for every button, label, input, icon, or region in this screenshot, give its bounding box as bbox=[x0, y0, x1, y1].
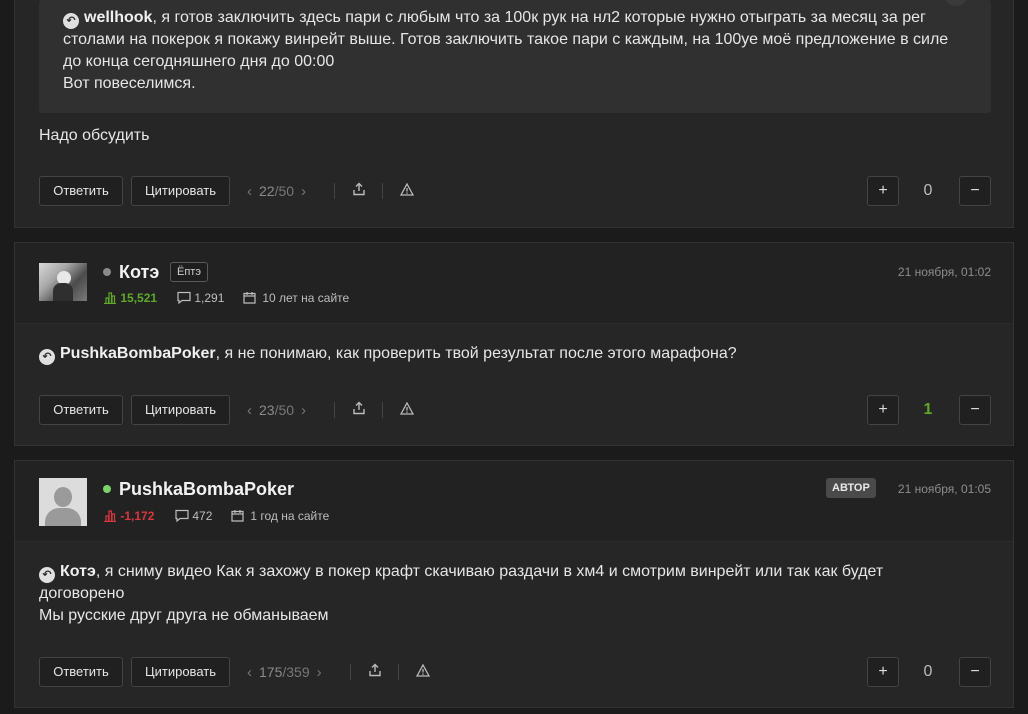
minus-icon[interactable]: − bbox=[959, 657, 991, 687]
divider bbox=[334, 402, 335, 418]
posts-stat: 1,291 bbox=[177, 291, 224, 305]
page-current: 175 bbox=[259, 664, 283, 680]
page-total: /50 bbox=[274, 183, 295, 199]
quote-author[interactable]: wellhook bbox=[84, 9, 152, 26]
avatar[interactable] bbox=[39, 478, 87, 526]
plus-icon[interactable]: + bbox=[867, 395, 899, 425]
post-text-line-1: , я сниму видео Как я захожу в покер кра… bbox=[95, 563, 884, 580]
username[interactable]: PushkaBombaPoker bbox=[119, 479, 294, 500]
warning-icon[interactable] bbox=[397, 176, 417, 206]
status-dot-online bbox=[103, 485, 111, 493]
post-text-line-2: договорено bbox=[39, 585, 125, 602]
quote-line-2: столами на покерок я покажу винрейт выше… bbox=[63, 31, 949, 48]
divider bbox=[334, 183, 335, 199]
page-total: /359 bbox=[282, 664, 310, 680]
post-card: PushkaBombaPoker АВТОР 21 ноября, 01:05 … bbox=[14, 460, 1014, 708]
post-date: 21 ноября, 01:02 bbox=[897, 265, 991, 279]
rating-stat: -1,172 bbox=[103, 509, 154, 523]
reply-icon: ↶ bbox=[63, 13, 79, 29]
author-badge: АВТОР bbox=[826, 478, 876, 498]
divider bbox=[398, 664, 399, 680]
warning-icon[interactable] bbox=[413, 657, 433, 687]
calendar-icon bbox=[231, 510, 244, 522]
minus-icon[interactable]: − bbox=[959, 176, 991, 206]
quote-line-4: Вот повеселимся. bbox=[63, 75, 196, 92]
rating-stat: 15,521 bbox=[103, 291, 157, 305]
post-pager: ‹ 175/359 › bbox=[240, 657, 329, 688]
username[interactable]: Котэ bbox=[119, 262, 159, 283]
chevron-right-icon[interactable]: › bbox=[294, 402, 313, 419]
post-pager: ‹ 22/50 › bbox=[240, 176, 313, 207]
calendar-icon bbox=[243, 292, 256, 304]
post-header: Котэ Ёптэ 21 ноября, 01:02 15,521 1,291 … bbox=[15, 243, 1013, 324]
plus-icon[interactable]: + bbox=[867, 176, 899, 206]
rating-value: 15,521 bbox=[120, 291, 158, 305]
post-card: ↶ wellhook, я готов заключить здесь пари … bbox=[14, 0, 1014, 228]
chevron-right-icon[interactable]: › bbox=[310, 664, 329, 681]
collapse-quote-button[interactable] bbox=[945, 0, 967, 6]
reply-icon: ↶ bbox=[39, 567, 55, 583]
reply-to-author[interactable]: Котэ bbox=[60, 563, 96, 580]
share-icon[interactable] bbox=[365, 657, 385, 687]
tenure-value: 1 год на сайте bbox=[250, 509, 330, 523]
status-dot-offline bbox=[103, 268, 111, 276]
user-tag-badge: Ёптэ bbox=[170, 262, 208, 282]
reply-to-author[interactable]: PushkaBombaPoker bbox=[60, 345, 216, 362]
divider bbox=[382, 183, 383, 199]
post-text-content: , я не понимаю, как проверить твой резул… bbox=[215, 345, 737, 362]
quote-line-1: , я готов заключить здесь пари с любым ч… bbox=[152, 9, 926, 26]
quote-line-3: до конца сегодняшнего дня до 00:00 bbox=[63, 53, 335, 70]
post-text-line-3: Мы русские друг друга не обманываем bbox=[39, 607, 329, 624]
post-pager: ‹ 23/50 › bbox=[240, 395, 313, 426]
warning-icon[interactable] bbox=[397, 395, 417, 425]
quote-button[interactable]: Цитировать bbox=[131, 176, 230, 206]
reply-button[interactable]: Ответить bbox=[39, 657, 123, 687]
share-icon[interactable] bbox=[349, 395, 369, 425]
post-text: ↶ PushkaBombaPoker, я не понимаю, как про… bbox=[39, 343, 737, 365]
posts-count: 1,291 bbox=[194, 291, 225, 305]
quote-button[interactable]: Цитировать bbox=[131, 657, 230, 687]
post-score: 0 bbox=[923, 663, 933, 680]
chevron-left-icon[interactable]: ‹ bbox=[240, 183, 259, 200]
post-score: 0 bbox=[923, 182, 933, 199]
post-card: Котэ Ёптэ 21 ноября, 01:02 15,521 1,291 … bbox=[14, 242, 1014, 446]
avatar[interactable] bbox=[39, 263, 87, 301]
rating-value: -1,172 bbox=[120, 509, 155, 523]
reply-button[interactable]: Ответить bbox=[39, 395, 123, 425]
rating-icon bbox=[104, 510, 116, 523]
tenure-stat: 10 лет на сайте bbox=[243, 291, 349, 305]
reply-button[interactable]: Ответить bbox=[39, 176, 123, 206]
post-header: PushkaBombaPoker АВТОР 21 ноября, 01:05 … bbox=[15, 461, 1013, 542]
post-text: Надо обсудить bbox=[39, 127, 150, 144]
tenure-stat: 1 год на сайте bbox=[231, 509, 329, 523]
chevron-left-icon[interactable]: ‹ bbox=[240, 402, 259, 419]
divider bbox=[382, 402, 383, 418]
page-total: /50 bbox=[274, 402, 295, 418]
quote-block: ↶ wellhook, я готов заключить здесь пари … bbox=[39, 0, 991, 113]
tenure-value: 10 лет на сайте bbox=[262, 291, 350, 305]
comment-icon bbox=[175, 509, 189, 523]
post-score: 1 bbox=[923, 401, 933, 418]
chevron-right-icon[interactable]: › bbox=[294, 183, 313, 200]
plus-icon[interactable]: + bbox=[867, 657, 899, 687]
chevron-left-icon[interactable]: ‹ bbox=[240, 664, 259, 681]
rating-icon bbox=[104, 292, 116, 305]
comment-icon bbox=[177, 291, 191, 305]
post-date: 21 ноября, 01:05 bbox=[897, 482, 991, 496]
share-icon[interactable] bbox=[349, 176, 369, 206]
post-text: ↶ Котэ, я сниму видео Как я захожу в поке… bbox=[39, 561, 883, 627]
posts-stat: 472 bbox=[175, 509, 212, 523]
page-current: 22 bbox=[259, 183, 275, 199]
divider bbox=[350, 664, 351, 680]
posts-count: 472 bbox=[192, 509, 213, 523]
reply-icon: ↶ bbox=[39, 349, 55, 365]
minus-icon[interactable]: − bbox=[959, 395, 991, 425]
quote-button[interactable]: Цитировать bbox=[131, 395, 230, 425]
page-current: 23 bbox=[259, 402, 275, 418]
